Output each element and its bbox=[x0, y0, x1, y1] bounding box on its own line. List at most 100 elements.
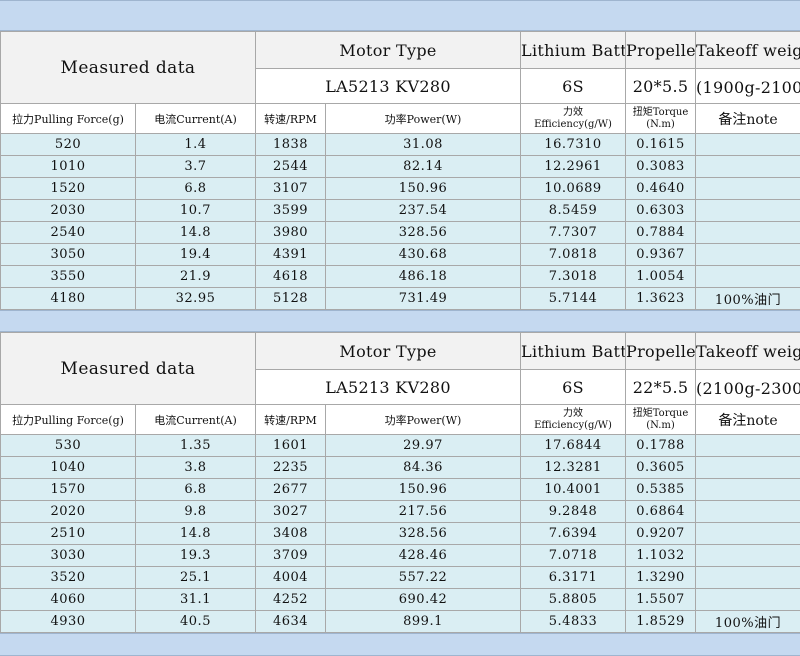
spec-header-row: Measured dataMotor TypeLithium BatteryPr… bbox=[0, 332, 800, 405]
torque-label-bottom: (N.m) bbox=[646, 419, 675, 431]
col-header-current: 电流Current(A) bbox=[135, 404, 256, 435]
cell-force: 4060 bbox=[0, 588, 136, 611]
cell-note bbox=[695, 588, 800, 611]
cell-power: 31.08 bbox=[324, 133, 522, 156]
cell-note bbox=[695, 566, 800, 589]
cell-force: 2030 bbox=[0, 199, 136, 222]
table-row: 2030 10.7 3599 237.54 8.5459 0.6303 bbox=[0, 199, 800, 222]
cell-force: 3550 bbox=[0, 265, 136, 288]
cell-current: 32.95 bbox=[135, 287, 256, 310]
cell-note bbox=[695, 177, 800, 200]
cell-current: 40.5 bbox=[135, 610, 256, 633]
cell-note: 100%油门 bbox=[695, 287, 800, 310]
col-header-note: 备注note bbox=[695, 404, 800, 435]
cell-note: 100%油门 bbox=[695, 610, 800, 633]
cell-current: 31.1 bbox=[135, 588, 256, 611]
cell-rpm: 2677 bbox=[255, 478, 326, 501]
cell-force: 530 bbox=[0, 434, 136, 457]
table-row: 1040 3.8 2235 84.36 12.3281 0.3605 bbox=[0, 456, 800, 479]
cell-note bbox=[695, 199, 800, 222]
motor-type-label: Motor Type bbox=[254, 31, 522, 69]
cell-torque: 1.3623 bbox=[625, 287, 697, 310]
table-row: 3550 21.9 4618 486.18 7.3018 1.0054 bbox=[0, 265, 800, 288]
cell-current: 19.4 bbox=[135, 243, 256, 266]
cell-eff: 12.2961 bbox=[520, 155, 627, 178]
separator-band-bottom bbox=[0, 633, 800, 656]
cell-rpm: 1601 bbox=[255, 434, 326, 457]
cell-torque: 0.6864 bbox=[625, 500, 697, 523]
cell-note bbox=[695, 500, 800, 523]
efficiency-label-top: 力效 bbox=[563, 407, 584, 419]
cell-eff: 10.4001 bbox=[520, 478, 627, 501]
takeoff-weight-label: Takeoff weight bbox=[695, 31, 800, 69]
cell-torque: 1.1032 bbox=[625, 544, 697, 567]
propeller-label: Propeller bbox=[625, 332, 697, 370]
cell-current: 21.9 bbox=[135, 265, 256, 288]
cell-note bbox=[695, 456, 800, 479]
measurement-table-2: Measured dataMotor TypeLithium BatteryPr… bbox=[0, 332, 800, 633]
measured-data-label: Measured data bbox=[0, 31, 256, 104]
table-row: 2020 9.8 3027 217.56 9.2848 0.6864 bbox=[0, 500, 800, 523]
takeoff-weight-value: (2100g-2300g)*轴数 bbox=[695, 369, 800, 405]
cell-eff: 7.0818 bbox=[520, 243, 627, 266]
table-row: 530 1.35 1601 29.97 17.6844 0.1788 bbox=[0, 434, 800, 457]
cell-current: 6.8 bbox=[135, 478, 256, 501]
cell-current: 3.8 bbox=[135, 456, 256, 479]
cell-torque: 1.8529 bbox=[625, 610, 697, 633]
spec-header-row: Measured dataMotor TypeLithium BatteryPr… bbox=[0, 31, 800, 104]
cell-note bbox=[695, 243, 800, 266]
cell-rpm: 3107 bbox=[255, 177, 326, 200]
cell-force: 2540 bbox=[0, 221, 136, 244]
cell-power: 690.42 bbox=[324, 588, 522, 611]
col-header-torque: 扭矩Torque (N.m) bbox=[625, 103, 697, 134]
cell-torque: 0.3083 bbox=[625, 155, 697, 178]
cell-eff: 17.6844 bbox=[520, 434, 627, 457]
torque-label-top: 扭矩Torque bbox=[632, 407, 689, 419]
cell-eff: 8.5459 bbox=[520, 199, 627, 222]
cell-rpm: 3599 bbox=[255, 199, 326, 222]
cell-eff: 12.3281 bbox=[520, 456, 627, 479]
cell-note bbox=[695, 155, 800, 178]
cell-torque: 1.5507 bbox=[625, 588, 697, 611]
takeoff-weight-label: Takeoff weight bbox=[695, 332, 800, 370]
cell-current: 10.7 bbox=[135, 199, 256, 222]
cell-power: 150.96 bbox=[324, 177, 522, 200]
cell-current: 3.7 bbox=[135, 155, 256, 178]
takeoff-weight-value: (1900g-2100g)*轴数 bbox=[695, 68, 800, 104]
cell-current: 14.8 bbox=[135, 221, 256, 244]
table-row: 2540 14.8 3980 328.56 7.7307 0.7884 bbox=[0, 221, 800, 244]
cell-current: 6.8 bbox=[135, 177, 256, 200]
cell-eff: 10.0689 bbox=[520, 177, 627, 200]
table-row: 1570 6.8 2677 150.96 10.4001 0.5385 bbox=[0, 478, 800, 501]
cell-rpm: 4004 bbox=[255, 566, 326, 589]
cell-rpm: 3408 bbox=[255, 522, 326, 545]
battery-value: 6S bbox=[520, 68, 627, 104]
cell-eff: 6.3171 bbox=[520, 566, 627, 589]
cell-power: 328.56 bbox=[324, 221, 522, 244]
col-header-note: 备注note bbox=[695, 103, 800, 134]
measurement-table-1: Measured dataMotor TypeLithium BatteryPr… bbox=[0, 31, 800, 310]
spreadsheet-page: Measured dataMotor TypeLithium Battery Pr… bbox=[0, 0, 800, 656]
table-row: 4060 31.1 4252 690.42 5.8805 1.5507 bbox=[0, 588, 800, 611]
torque-label-top: 扭矩Torque bbox=[632, 106, 689, 118]
battery-label: Lithium Battery bbox=[520, 31, 627, 69]
separator-band-top bbox=[0, 0, 800, 31]
cell-power: 899.1 bbox=[324, 610, 522, 633]
cell-torque: 0.9367 bbox=[625, 243, 697, 266]
cell-eff: 5.8805 bbox=[520, 588, 627, 611]
col-header-efficiency: 力效 Efficiency(g/W) bbox=[520, 103, 627, 134]
cell-power: 237.54 bbox=[324, 199, 522, 222]
propeller-value: 22*5.5 bbox=[625, 369, 697, 405]
cell-torque: 0.6303 bbox=[625, 199, 697, 222]
cell-force: 4180 bbox=[0, 287, 136, 310]
cell-force: 3030 bbox=[0, 544, 136, 567]
cell-note bbox=[695, 265, 800, 288]
cell-rpm: 2544 bbox=[255, 155, 326, 178]
cell-force: 1570 bbox=[0, 478, 136, 501]
cell-force: 2020 bbox=[0, 500, 136, 523]
cell-torque: 0.1615 bbox=[625, 133, 697, 156]
cell-rpm: 4634 bbox=[255, 610, 326, 633]
cell-current: 25.1 bbox=[135, 566, 256, 589]
cell-note bbox=[695, 544, 800, 567]
battery-value: 6S bbox=[520, 369, 627, 405]
